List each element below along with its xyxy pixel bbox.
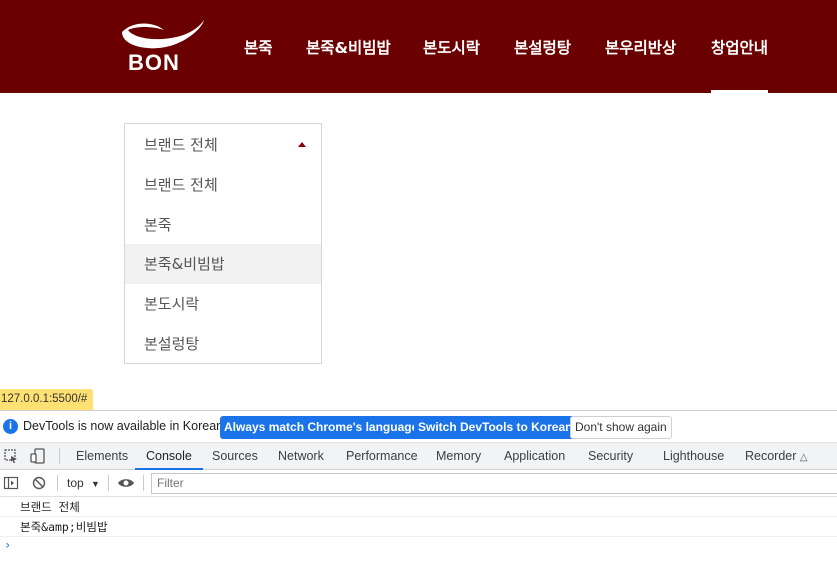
tab-recorder-label: Recorder (745, 449, 797, 463)
dropdown-option[interactable]: 본죽&비빔밥 (125, 244, 321, 284)
tab-memory[interactable]: Memory (436, 443, 481, 470)
site-header: BON 본죽 본죽&비빔밥 본도시락 본설렁탕 본우리반상 창업안내 (0, 0, 837, 93)
logo-text: BON (128, 50, 180, 75)
always-match-language-button[interactable]: Always match Chrome's language (220, 416, 423, 439)
dropdown-option[interactable]: 본설렁탕 (125, 324, 321, 364)
console-prompt-icon[interactable]: › (4, 538, 11, 552)
brand-dropdown[interactable]: 브랜드 전체 브랜드 전체 본죽 본죽&비빔밥 본도시락 본설렁탕 (124, 123, 322, 364)
tab-sources[interactable]: Sources (212, 443, 258, 470)
tab-console[interactable]: Console (135, 443, 203, 470)
tab-performance[interactable]: Performance (346, 443, 418, 470)
console-filter-input[interactable]: Filter (151, 473, 837, 494)
tab-lighthouse[interactable]: Lighthouse (663, 443, 724, 470)
active-nav-indicator (711, 90, 768, 93)
nav-item-bonjuk-bibimbap[interactable]: 본죽&비빔밥 (306, 36, 391, 58)
toolbar-separator (143, 475, 144, 491)
clear-console-icon[interactable] (31, 475, 47, 491)
console-toolbar: top ▼ Filter (0, 470, 837, 497)
sidebar-toggle-icon[interactable] (3, 475, 19, 491)
dropdown-selected[interactable]: 브랜드 전체 (125, 125, 321, 165)
tab-application[interactable]: Application (504, 443, 565, 470)
dropdown-arrow-icon: ▼ (91, 479, 100, 489)
caret-up-icon (298, 142, 306, 147)
infobar-message: DevTools is now available in Korean! (23, 419, 227, 433)
inspect-element-icon[interactable] (3, 448, 19, 464)
nav-item-franchise-info[interactable]: 창업안내 (711, 36, 768, 58)
console-log-line: 브랜드 전체 (0, 497, 837, 517)
context-select[interactable]: top ▼ (67, 475, 100, 492)
tab-recorder[interactable]: Recorder △ (745, 443, 808, 470)
dont-show-again-button[interactable]: Don't show again (570, 416, 672, 439)
nav-item-bonseolleongtang[interactable]: 본설렁탕 (514, 36, 571, 58)
dropdown-option[interactable]: 브랜드 전체 (125, 165, 321, 205)
toolbar-separator (108, 475, 109, 491)
console-log-line: 본죽&amp;비빔밥 (0, 517, 837, 537)
context-select-value: top (67, 476, 84, 490)
nav-item-bonuribansang[interactable]: 본우리반상 (605, 36, 676, 58)
tab-network[interactable]: Network (278, 443, 324, 470)
tab-security[interactable]: Security (588, 443, 633, 470)
status-url: 127.0.0.1:5500/# (0, 389, 94, 410)
devtools-tabbar: Elements Console Sources Network Perform… (0, 443, 837, 470)
devtools-panel: i DevTools is now available in Korean! A… (0, 410, 837, 570)
info-icon: i (3, 419, 18, 434)
toolbar-separator (57, 475, 58, 491)
nav-item-bondosirak[interactable]: 본도시락 (423, 36, 480, 58)
dropdown-selected-label: 브랜드 전체 (144, 136, 218, 154)
tab-separator (59, 448, 60, 464)
dropdown-option[interactable]: 본죽 (125, 205, 321, 245)
flask-icon: △ (799, 452, 808, 463)
nav-item-bonjuk[interactable]: 본죽 (244, 36, 273, 58)
device-toolbar-icon[interactable] (30, 448, 46, 464)
switch-to-korean-button[interactable]: Switch DevTools to Korean (414, 416, 577, 439)
tab-elements[interactable]: Elements (76, 443, 128, 470)
live-expression-eye-icon[interactable] (117, 475, 135, 491)
language-infobar: i DevTools is now available in Korean! A… (0, 411, 837, 443)
dropdown-option[interactable]: 본도시락 (125, 284, 321, 324)
